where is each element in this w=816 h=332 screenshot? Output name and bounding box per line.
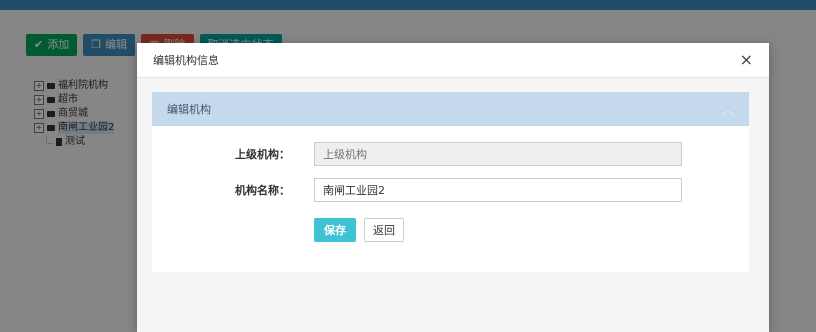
parent-org-label: 上级机构：: [235, 148, 290, 161]
close-icon[interactable]: ×: [740, 52, 753, 68]
modal-header: 编辑机构信息 ×: [137, 43, 769, 78]
parent-org-input[interactable]: [314, 142, 682, 166]
edit-org-modal: 编辑机构信息 × 编辑机构 ︿ 上级机构： 机构名称： 保存 返回: [137, 43, 769, 332]
back-button[interactable]: 返回: [364, 218, 404, 242]
org-name-label: 机构名称：: [235, 184, 290, 197]
edit-org-panel: 编辑机构 ︿ 上级机构： 机构名称： 保存 返回: [152, 92, 749, 272]
form-actions: 保存 返回: [314, 218, 404, 242]
org-name-row: 机构名称：: [178, 178, 682, 202]
chevron-up-icon[interactable]: ︿: [722, 101, 734, 118]
modal-title: 编辑机构信息: [153, 54, 219, 67]
parent-org-row: 上级机构：: [178, 142, 682, 166]
panel-header: 编辑机构 ︿: [152, 92, 749, 126]
save-button[interactable]: 保存: [314, 218, 356, 242]
panel-title: 编辑机构: [167, 103, 211, 116]
org-name-input[interactable]: [314, 178, 682, 202]
